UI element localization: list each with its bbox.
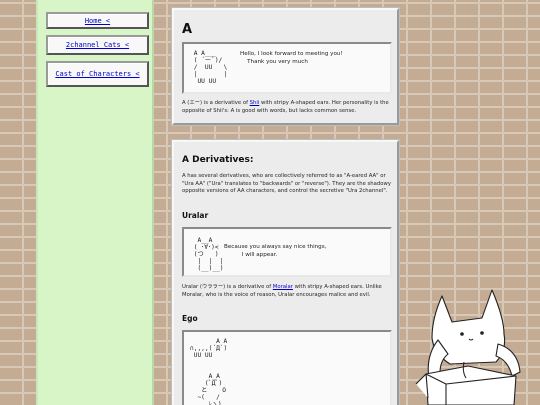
uralar-speech: Because you always say nice things, I wi… <box>224 244 327 258</box>
derivatives-panel: A Derivatives: A has several derivatives… <box>171 139 400 405</box>
page-title: A <box>182 22 193 37</box>
moralar-link[interactable]: Moralar <box>273 284 293 290</box>
nav-2channel-cats-link[interactable]: 2channel Cats < <box>66 40 129 50</box>
nav-home-link[interactable]: Home < <box>85 16 110 26</box>
nav-cast-of-characters-link[interactable]: Cast of Characters < <box>55 69 139 79</box>
a-ascii-art: A A___ ( ´ー`)/ / UU \ | | UU UU <box>193 50 228 85</box>
uralar-art-box: A__A ( ･∀･)< (つ ) | | | (__)__) Because … <box>182 227 392 277</box>
nav-home-button[interactable]: Home < <box>46 12 149 29</box>
intro-description: A (エー) is a derivative of Shii with stri… <box>182 100 389 114</box>
sidebar-nav: Home < 2channel Cats < Cast of Character… <box>36 0 154 405</box>
nav-cast-of-characters-button[interactable]: Cast of Characters < <box>46 61 149 87</box>
ego-ascii-art: A A ∩,,,,(´Д`) UU UU A_A (ﾟДﾟ) と O ~( / … <box>190 338 228 405</box>
intro-panel: A A A___ ( ´ー`)/ / UU \ | | UU UU Hello,… <box>171 7 400 126</box>
derivatives-description: A has several derivatives, who are colle… <box>182 173 391 194</box>
nav-2channel-cats-button[interactable]: 2channel Cats < <box>46 35 149 55</box>
main-content: A A A___ ( ´ー`)/ / UU \ | | UU UU Hello,… <box>171 0 400 405</box>
intro-speech: Hello, I look forward to meeting you! Th… <box>240 51 343 65</box>
shii-link[interactable]: Shii <box>250 100 260 106</box>
intro-art-box: A A___ ( ´ー`)/ / UU \ | | UU UU Hello, I… <box>182 42 392 94</box>
cat-in-box-image <box>415 289 521 405</box>
derivatives-title: A Derivatives: <box>182 155 254 165</box>
uralar-ascii-art: A__A ( ･∀･)< (つ ) | | | (__)__) <box>193 237 224 272</box>
uralar-description: Uralar (ウララー) is a derivative of Moralar… <box>182 284 382 298</box>
uralar-title: Uralar <box>182 211 209 220</box>
ego-title: Ego <box>182 314 198 323</box>
ego-art-box: A A ∩,,,,(´Д`) UU UU A_A (ﾟДﾟ) と O ~( / … <box>182 330 392 405</box>
